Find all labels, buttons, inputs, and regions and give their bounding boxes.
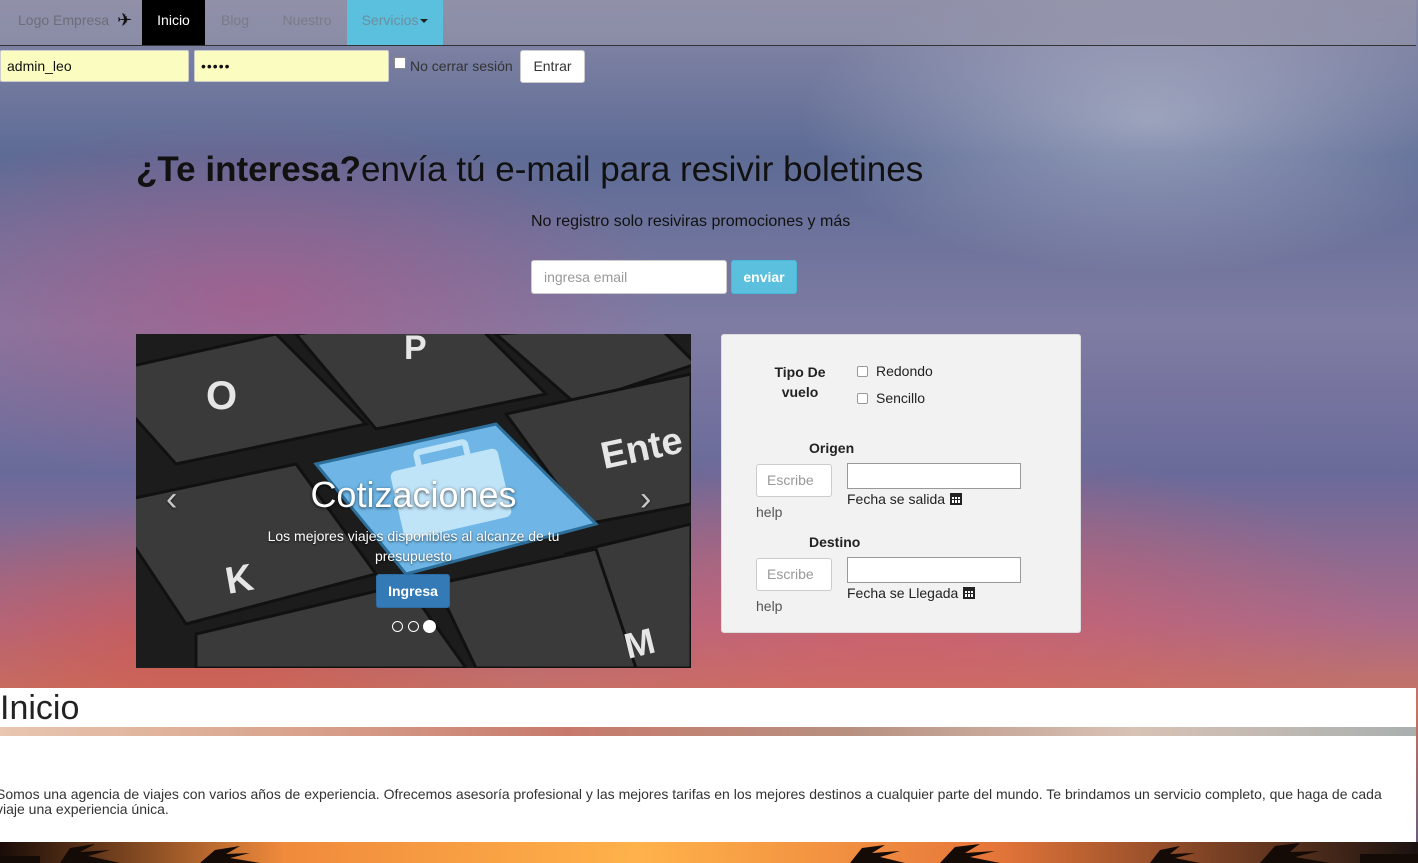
palm-silhouettes [0, 843, 1418, 863]
newsletter-note: No registro solo resiviras promociones y… [531, 213, 851, 230]
nav-servicios-dropdown[interactable]: Servicios [347, 0, 443, 45]
password-value: ••••• [201, 58, 231, 74]
redondo-label: Redondo [876, 363, 933, 379]
newsletter-email-input[interactable]: ingresa email [531, 260, 727, 294]
top-navbar: Logo Empresa ✈ Inicio Blog Nuestro Servi… [0, 0, 1416, 46]
destination-label: Destino [809, 534, 861, 550]
plane-icon: ✈ [117, 10, 133, 30]
calendar-icon[interactable] [950, 493, 963, 505]
carousel-title: Cotizaciones [310, 474, 517, 515]
arrival-label-text: Fecha se Llegada [847, 585, 959, 601]
carousel-indicator-2[interactable] [408, 621, 419, 632]
svg-text:O: O [206, 374, 237, 418]
remember-label: No cerrar sesión [410, 58, 513, 74]
arrival-date-input[interactable] [847, 557, 1021, 583]
sencillo-label: Sencillo [876, 390, 926, 406]
arrival-date-label: Fecha se Llegada [847, 585, 976, 601]
carousel-indicator-1[interactable] [392, 621, 403, 632]
inicio-heading-band [0, 688, 1416, 727]
departure-date-input[interactable] [847, 463, 1021, 489]
carousel-subtitle: Los mejores viajes disponibles al alcanz… [267, 528, 560, 564]
carousel-indicator-3[interactable] [423, 620, 436, 633]
origin-label: Origen [809, 440, 855, 456]
origin-input[interactable]: Escribe [756, 464, 832, 497]
headline-rest: envía tú e-mail para resivir boletines [360, 150, 924, 189]
nav-nuestro[interactable]: Nuestro [279, 0, 335, 45]
username-value: admin_leo [7, 58, 72, 74]
option-sencillo[interactable]: Sencillo [857, 390, 925, 406]
brand-name: Logo Empresa [18, 12, 110, 28]
username-field[interactable]: admin_leo [0, 50, 189, 82]
departure-date-label: Fecha se salida [847, 491, 963, 507]
carousel-ingresa-button[interactable]: Ingresa [376, 574, 450, 608]
destination-help: help [756, 598, 783, 614]
decorative-strip [0, 727, 1416, 736]
redondo-checkbox[interactable] [857, 365, 868, 377]
section-title: Inicio [0, 689, 80, 727]
about-text: Somos una agencia de viajes con varios a… [0, 786, 1382, 817]
sencillo-checkbox[interactable] [857, 392, 868, 404]
caret-down-icon [420, 19, 429, 24]
svg-text:P: P [404, 334, 427, 367]
brand[interactable]: Logo Empresa ✈ [18, 10, 133, 30]
remember-checkbox[interactable] [394, 57, 406, 69]
remember-me[interactable]: No cerrar sesión [394, 57, 513, 74]
destination-input[interactable]: Escribe [756, 558, 832, 591]
password-field[interactable]: ••••• [194, 50, 389, 82]
calendar-icon[interactable] [963, 587, 976, 599]
nav-inicio[interactable]: Inicio [142, 0, 205, 45]
headline-bold: ¿Te interesa? [136, 150, 361, 189]
origin-help: help [756, 504, 783, 520]
newsletter-submit-button[interactable]: enviar [731, 260, 797, 294]
departure-label-text: Fecha se salida [847, 491, 946, 507]
sunset-palm-image [0, 842, 1418, 863]
newsletter-headline: ¿Te interesa?envía tú e-mail para resivi… [136, 150, 923, 190]
login-button[interactable]: Entrar [520, 50, 585, 83]
nav-servicios-label: Servicios [361, 12, 419, 28]
nav-blog[interactable]: Blog [220, 0, 250, 45]
option-redondo[interactable]: Redondo [857, 363, 933, 379]
trip-type-label: Tipo De vuelo [774, 364, 826, 400]
